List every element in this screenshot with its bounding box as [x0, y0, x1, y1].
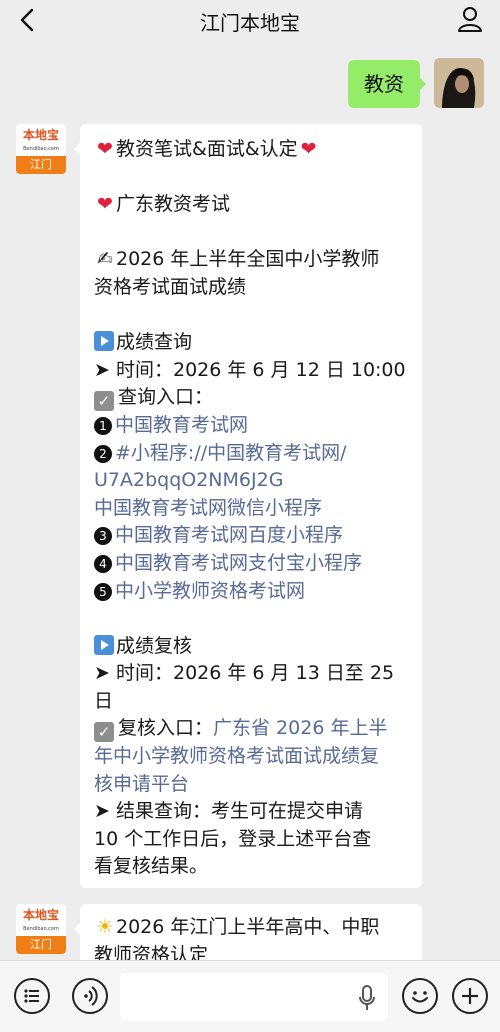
heart-icon: ❤	[97, 193, 113, 216]
number-3-icon: 3	[94, 527, 112, 546]
text-line: ➤ 时间：2026 年 6 月 13 日至 25	[94, 660, 408, 688]
number-4-icon: 4	[94, 554, 112, 573]
link-line: 1 中国教育考试网	[94, 412, 408, 440]
brand-logo-sub: Bendibao.com	[23, 146, 59, 152]
text-line: 日	[94, 689, 114, 712]
link-review-platform[interactable]: 广东省 2026 年上半	[213, 717, 387, 739]
link-line: 5 中小学教师资格考试网	[94, 578, 408, 606]
list-menu-icon	[24, 989, 39, 1003]
voice-wave-icon	[84, 986, 98, 1006]
number-2-icon: 2	[94, 444, 112, 463]
link-line: 2 #小程序://中国教育考试网/	[94, 440, 408, 468]
menu-button[interactable]	[14, 978, 50, 1014]
link-line: 3 中国教育考试网百度小程序	[94, 522, 408, 550]
link-wechat-mini-program[interactable]: 中国教育考试网微信小程序	[94, 495, 408, 523]
user-avatar[interactable]	[434, 58, 484, 108]
message-input[interactable]	[120, 973, 388, 1021]
user-avatar-image	[434, 58, 484, 108]
chat-input-bar	[0, 960, 500, 1032]
text-line: ➤ 时间：2026 年 6 月 12 日 10:00	[94, 357, 408, 385]
heart-icon: ❤	[97, 138, 113, 160]
checkbox-icon: ✓	[94, 722, 114, 743]
brand-avatar[interactable]: 本地宝 Bendibao.com 江门	[16, 904, 66, 954]
link-line: 4 中国教育考试网支付宝小程序	[94, 550, 408, 578]
heart-icon: ❤	[300, 138, 317, 160]
checkbox-icon: ✓	[94, 391, 114, 412]
text-line: 10 个工作日后，登录上述平台查	[94, 827, 372, 850]
smiley-icon	[412, 991, 428, 1003]
text-line: ☀ 2026 年江门上半年高中、中职	[94, 914, 408, 942]
outgoing-message-row: 教资	[284, 58, 484, 108]
brand-avatar[interactable]: 本地宝 Bendibao.com 江门	[16, 124, 66, 174]
microphone-icon[interactable]	[358, 985, 376, 1011]
outgoing-message-bubble[interactable]: 教资	[348, 60, 426, 108]
writing-hand-icon: ✍	[97, 248, 113, 271]
link-alipay-mini-program[interactable]: 中国教育考试网支付宝小程序	[115, 552, 362, 574]
emoji-button[interactable]	[402, 978, 438, 1014]
profile-icon[interactable]	[456, 5, 484, 33]
sun-icon: ☀	[96, 916, 114, 938]
link-baidu-mini-program[interactable]: 中国教育考试网百度小程序	[115, 524, 343, 546]
text-line: ✍ 2026 年上半年全国中小学教师	[94, 246, 408, 274]
plus-icon	[462, 988, 478, 1004]
page-title: 江门本地宝	[200, 11, 300, 35]
link-exam-site[interactable]: 中国教育考试网	[115, 414, 248, 436]
link-review-platform-cont[interactable]: 年中小学教师资格考试面试成绩复	[94, 743, 408, 771]
play-icon	[94, 634, 114, 655]
arrow-right-icon: ➤	[94, 800, 110, 823]
brand-logo-city: 江门	[16, 156, 66, 174]
section-heading: 成绩查询	[94, 329, 408, 357]
text-line: ❤ 教资笔试&面试&认定 ❤	[94, 136, 408, 164]
link-mini-program[interactable]: #小程序://中国教育考试网/	[115, 442, 347, 464]
section-heading: 成绩复核	[94, 633, 408, 661]
more-button[interactable]	[452, 978, 488, 1014]
number-1-icon: 1	[94, 416, 112, 435]
link-review-platform-end[interactable]: 核申请平台	[94, 771, 408, 799]
number-5-icon: 5	[94, 582, 112, 601]
arrow-right-icon: ➤	[94, 662, 110, 685]
text-line: 看复核结果。	[94, 855, 209, 878]
text-line: ✓ 查询入口：	[94, 384, 408, 412]
arrow-right-icon: ➤	[94, 358, 110, 381]
link-mini-program-code[interactable]: U7A2bqqO2NM6J2G	[94, 467, 408, 495]
top-bar: 江门本地宝	[0, 0, 500, 40]
link-teacher-exam-site[interactable]: 中小学教师资格考试网	[115, 580, 305, 602]
text-line: ➤ 结果查询：考生可在提交申请	[94, 798, 408, 826]
brand-logo-city: 江门	[16, 936, 66, 954]
play-icon	[94, 331, 114, 352]
incoming-message-bubble[interactable]: ❤ 教资笔试&面试&认定 ❤ ❤ 广东教资考试 ✍ 2026 年上半年全国中小学教师 资…	[74, 124, 422, 888]
voice-button[interactable]	[72, 978, 108, 1014]
brand-logo-sub: Bendibao.com	[23, 926, 59, 932]
text-line: ✓ 复核入口：广东省 2026 年上半	[94, 715, 408, 743]
text-line: 资格考试面试成绩	[94, 275, 247, 298]
text-line: ❤ 广东教资考试	[94, 191, 408, 219]
